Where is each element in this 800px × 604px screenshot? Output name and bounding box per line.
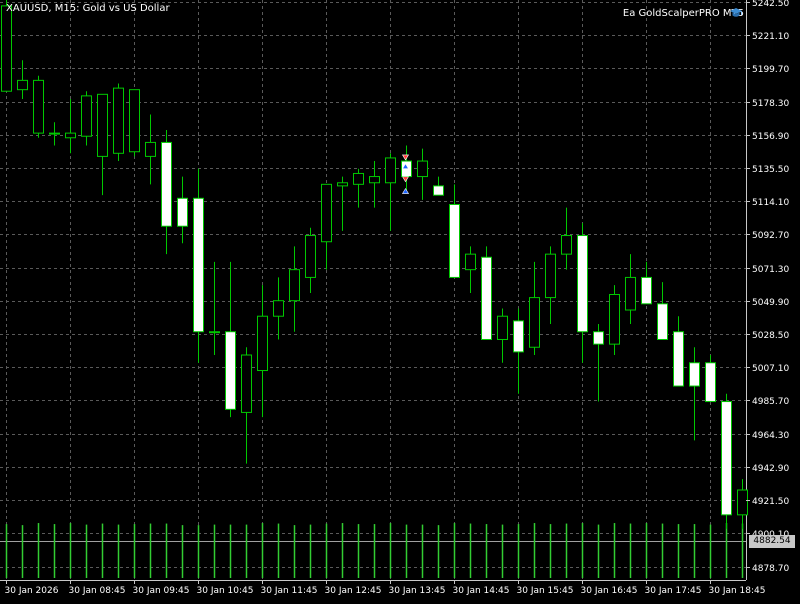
time-tick-label: 30 Jan 09:45 xyxy=(133,586,190,596)
candle-body xyxy=(225,331,236,410)
candle-body xyxy=(337,182,348,187)
candle-body xyxy=(705,362,716,403)
buy-trade-arrow xyxy=(401,187,410,194)
price-tick-label: 5114.10 xyxy=(752,198,789,208)
price-tick-label: 5199.70 xyxy=(752,65,789,75)
candle-body xyxy=(353,172,364,185)
candle-body xyxy=(257,315,268,372)
chart-canvas[interactable]: 4878.704900.104921.504942.904964.304985.… xyxy=(0,0,800,600)
candle-body xyxy=(673,331,684,387)
candle-body xyxy=(209,331,220,334)
candle-body xyxy=(465,253,476,271)
candle-body xyxy=(481,256,492,340)
sell-trade-arrow xyxy=(401,154,410,161)
candle-body xyxy=(241,354,252,413)
time-tick-label: 30 Jan 12:45 xyxy=(325,586,382,596)
candle-body xyxy=(417,160,428,178)
candle-body xyxy=(113,87,124,154)
time-tick-label: 30 Jan 18:45 xyxy=(709,586,766,596)
chart-symbol-title: XAUUSD, M15: Gold vs US Dollar xyxy=(6,3,170,14)
price-tick-label: 5135.50 xyxy=(752,165,789,175)
time-tick-label: 30 Jan 2026 xyxy=(5,586,59,596)
candle-body xyxy=(529,297,540,348)
candle-body xyxy=(433,185,444,196)
price-tick-label: 5156.90 xyxy=(752,132,789,142)
current-price-tag: 4882.54 xyxy=(749,535,795,548)
candle-body xyxy=(385,157,396,184)
time-tick-label: 30 Jan 10:45 xyxy=(197,586,254,596)
time-tick-label: 30 Jan 15:45 xyxy=(517,586,574,596)
candle-body xyxy=(97,93,108,157)
price-tick-label: 5071.30 xyxy=(752,265,789,275)
candle-body xyxy=(593,331,604,345)
price-tick-label: 4985.70 xyxy=(752,397,789,407)
candle-body xyxy=(177,197,188,227)
candle-body xyxy=(625,276,636,311)
candle-body xyxy=(1,5,12,92)
candle-body xyxy=(161,141,172,227)
time-tick-label: 30 Jan 08:45 xyxy=(69,586,126,596)
candle-body xyxy=(289,269,300,302)
time-tick-label: 30 Jan 17:45 xyxy=(645,586,702,596)
price-tick-label: 5028.50 xyxy=(752,331,789,341)
candle-body xyxy=(273,300,284,317)
candle-body xyxy=(65,132,76,139)
time-tick-label: 30 Jan 13:45 xyxy=(389,586,446,596)
time-tick-label: 30 Jan 14:45 xyxy=(453,586,510,596)
candle-body xyxy=(721,401,732,516)
expert-advisor-label[interactable]: Ea GoldScalperPRO MT5 xyxy=(623,8,744,19)
candle-body xyxy=(145,141,156,157)
candle-body xyxy=(305,235,316,278)
candle-body xyxy=(129,89,140,153)
price-tick-label: 4921.50 xyxy=(752,497,789,507)
candle-body xyxy=(641,276,652,305)
time-tick-label: 30 Jan 16:45 xyxy=(581,586,638,596)
price-tick-label: 5092.70 xyxy=(752,231,789,241)
price-tick-label: 5007.10 xyxy=(752,364,789,374)
candle-body xyxy=(545,253,556,299)
price-tick-label: 4878.70 xyxy=(752,564,789,574)
price-tick-label: 4964.30 xyxy=(752,431,789,441)
candle-body xyxy=(81,95,92,137)
price-tick-label: 4942.90 xyxy=(752,464,789,474)
candle-body xyxy=(449,203,460,278)
sell-trade-arrow xyxy=(401,176,410,183)
candle-body xyxy=(689,362,700,387)
candle-body xyxy=(513,320,524,353)
candle-body xyxy=(609,293,620,345)
price-tick-label: 5242.50 xyxy=(752,0,789,9)
time-tick-label: 30 Jan 11:45 xyxy=(261,586,318,596)
candle-body xyxy=(49,132,60,135)
candle-body xyxy=(193,197,204,333)
candle-body xyxy=(737,489,748,516)
price-tick-label: 5049.90 xyxy=(752,298,789,308)
candle-body xyxy=(321,183,332,243)
price-tick-label: 5178.30 xyxy=(752,99,789,109)
price-chart[interactable]: 4878.704900.104921.504942.904964.304985.… xyxy=(0,0,800,600)
candle-body xyxy=(561,235,572,255)
graduation-cap-icon[interactable] xyxy=(729,7,743,19)
candle-body xyxy=(577,235,588,333)
price-tick-label: 5221.10 xyxy=(752,32,789,42)
candle-body xyxy=(369,176,380,184)
candle-body xyxy=(17,79,28,91)
candle-body xyxy=(497,315,508,340)
candle-body xyxy=(657,303,668,340)
candle-body xyxy=(33,79,44,134)
